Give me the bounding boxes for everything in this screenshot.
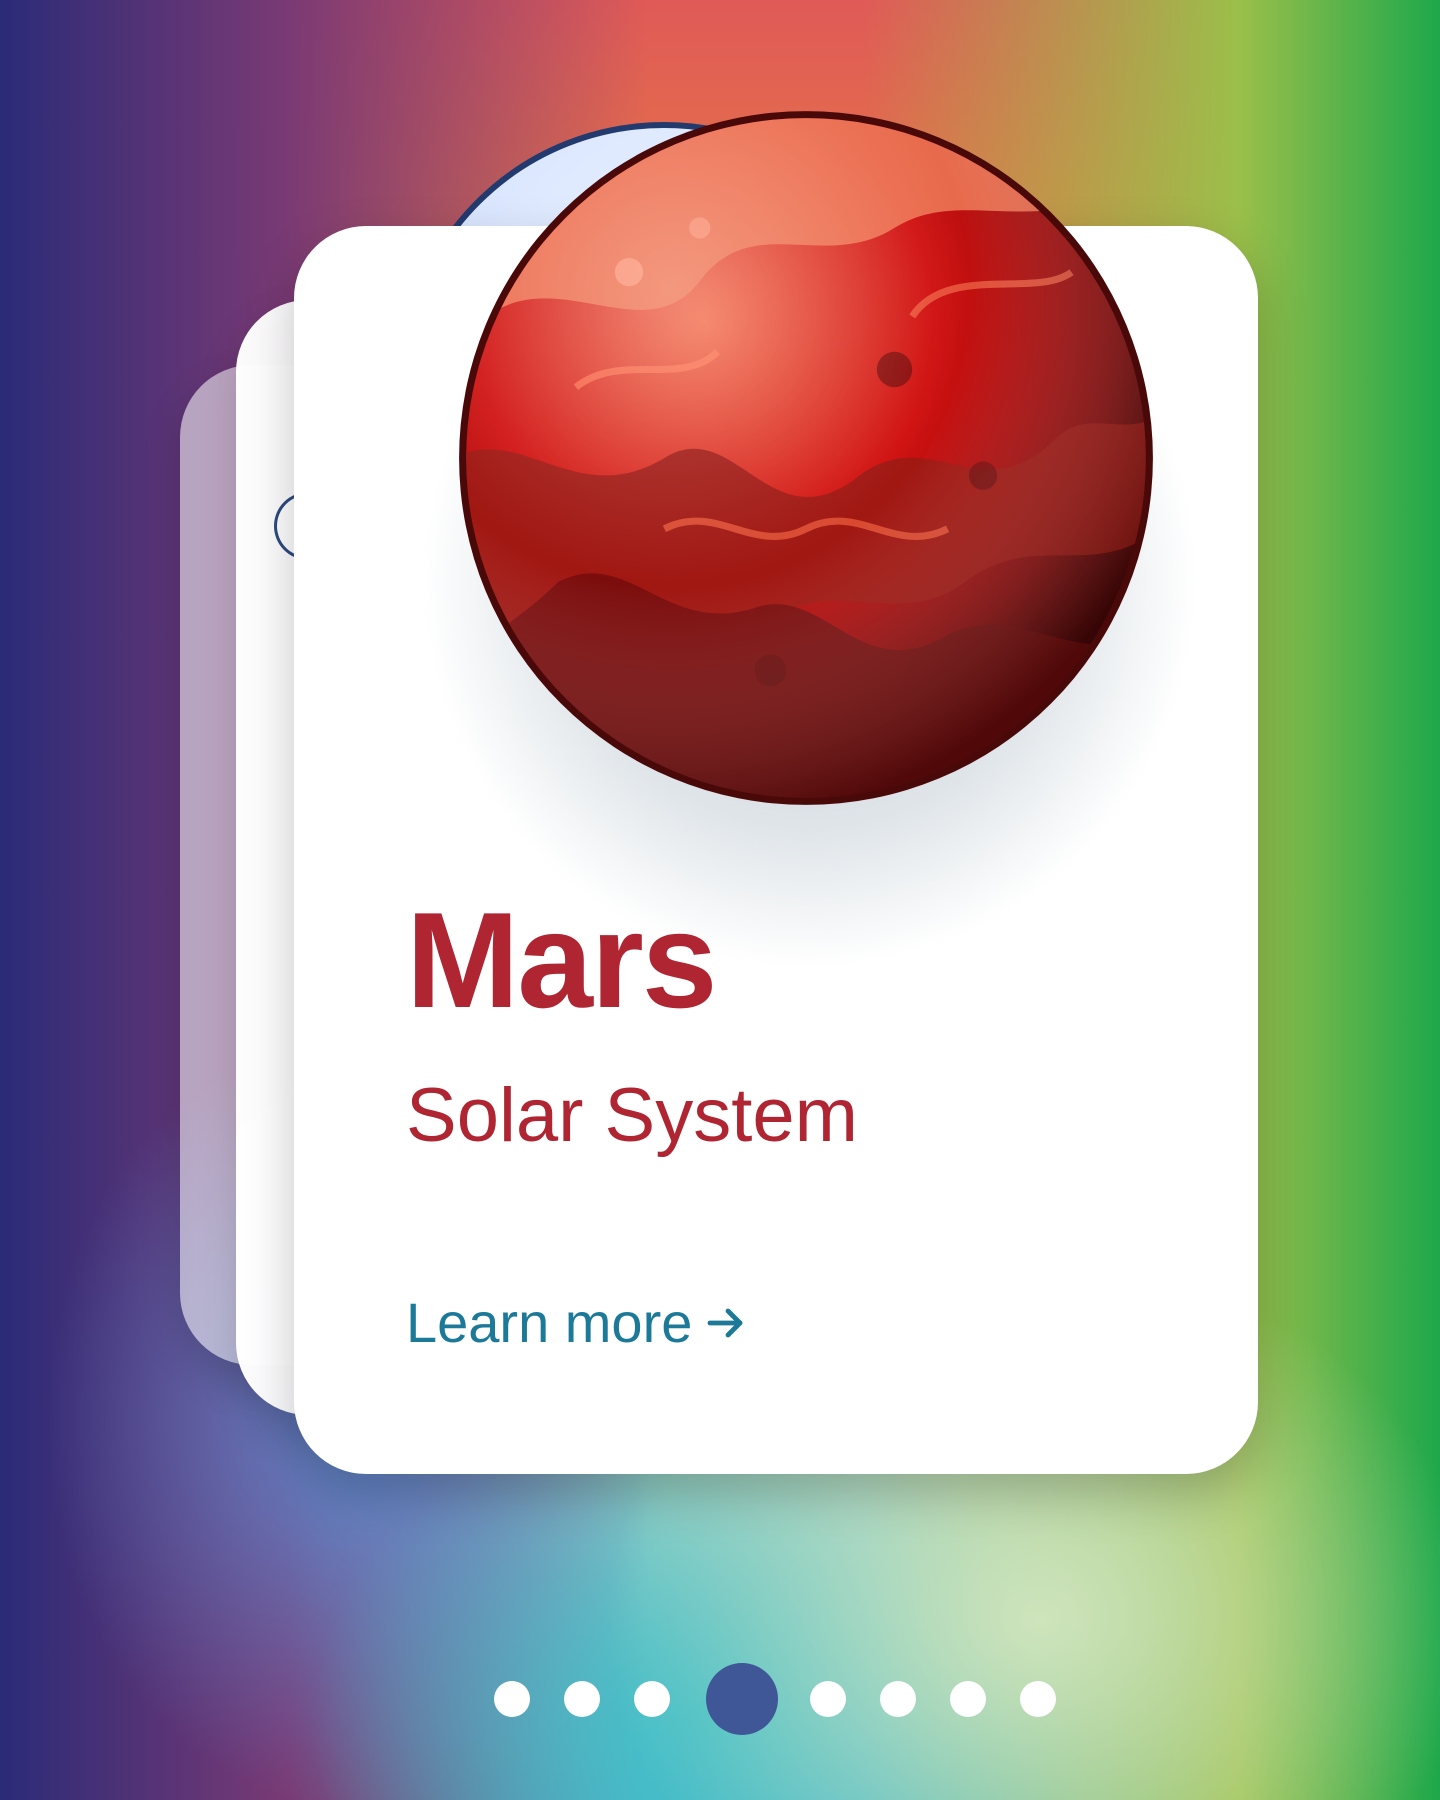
arrow-right-icon xyxy=(707,1308,743,1338)
learn-more-link[interactable]: Learn more xyxy=(406,1295,750,1351)
pagination-dot[interactable] xyxy=(564,1681,600,1717)
pagination-dot[interactable] xyxy=(950,1681,986,1717)
planet-subtitle: Solar System xyxy=(406,1073,858,1158)
pagination-dot[interactable] xyxy=(494,1681,530,1717)
planet-title: Mars xyxy=(406,884,717,1036)
pagination-dot[interactable] xyxy=(810,1681,846,1717)
carousel-pagination xyxy=(494,1663,1056,1735)
pagination-dot[interactable] xyxy=(1020,1681,1056,1717)
learn-more-label: Learn more xyxy=(406,1291,693,1354)
pagination-dot-active[interactable] xyxy=(706,1663,778,1735)
mars-planet-illustration xyxy=(459,111,1153,805)
pagination-dot[interactable] xyxy=(634,1681,670,1717)
pagination-dot[interactable] xyxy=(880,1681,916,1717)
